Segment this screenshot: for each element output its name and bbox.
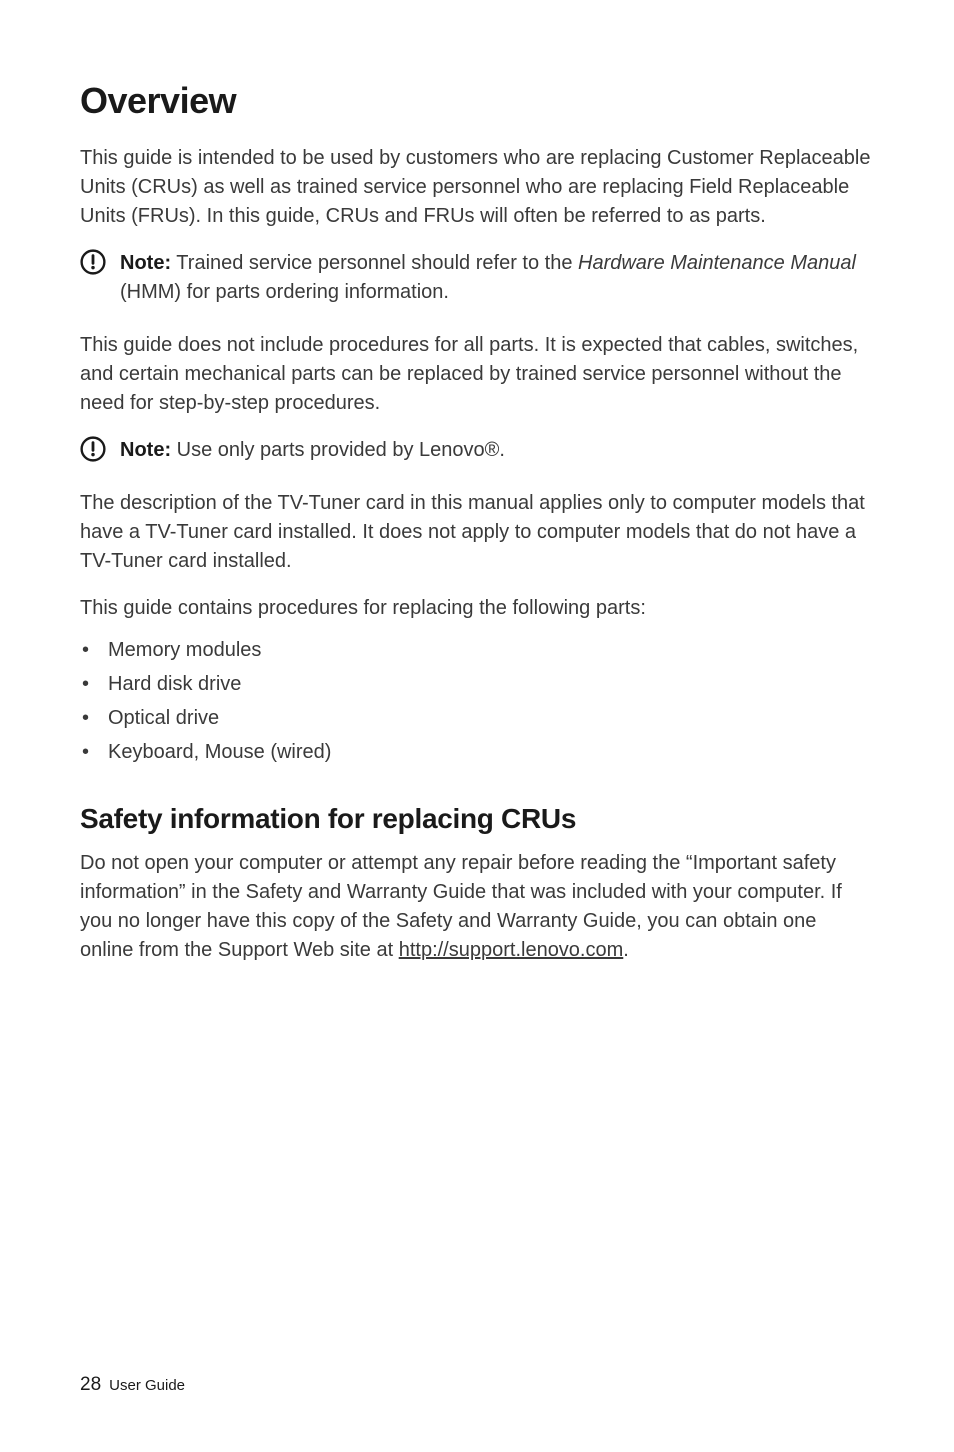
page-heading: Overview bbox=[80, 80, 874, 122]
paragraph-4: This guide contains procedures for repla… bbox=[80, 594, 874, 623]
paragraph-3: The description of the TV-Tuner card in … bbox=[80, 489, 874, 576]
alert-icon bbox=[80, 436, 106, 462]
sub-heading: Safety information for replacing CRUs bbox=[80, 803, 874, 835]
parts-list: Memory modules Hard disk drive Optical d… bbox=[80, 633, 874, 769]
note-1-italic: Hardware Maintenance Manual bbox=[578, 252, 856, 274]
note-text-2: Note: Use only parts provided by Lenovo®… bbox=[120, 436, 505, 465]
paragraph-2: This guide does not include procedures f… bbox=[80, 331, 874, 418]
list-item: Hard disk drive bbox=[80, 667, 874, 701]
note-1-post: (HMM) for parts ordering information. bbox=[120, 281, 449, 303]
doc-title: User Guide bbox=[109, 1377, 185, 1394]
alert-icon bbox=[80, 249, 106, 275]
note-1-pre: Trained service personnel should refer t… bbox=[171, 252, 578, 274]
safety-post: . bbox=[623, 939, 629, 961]
list-item: Keyboard, Mouse (wired) bbox=[80, 735, 874, 769]
note-2-text: Use only parts provided by Lenovo®. bbox=[171, 439, 505, 461]
note-block-1: Note: Trained service personnel should r… bbox=[80, 249, 874, 307]
note-label: Note: bbox=[120, 252, 171, 274]
list-item: Optical drive bbox=[80, 701, 874, 735]
safety-paragraph: Do not open your computer or attempt any… bbox=[80, 849, 874, 965]
note-text-1: Note: Trained service personnel should r… bbox=[120, 249, 874, 307]
page-number: 28 bbox=[80, 1374, 101, 1395]
support-link[interactable]: http://support.lenovo.com bbox=[399, 939, 624, 961]
intro-paragraph: This guide is intended to be used by cus… bbox=[80, 144, 874, 231]
list-item: Memory modules bbox=[80, 633, 874, 667]
page-footer: 28 User Guide bbox=[80, 1374, 185, 1396]
note-block-2: Note: Use only parts provided by Lenovo®… bbox=[80, 436, 874, 465]
note-label: Note: bbox=[120, 439, 171, 461]
